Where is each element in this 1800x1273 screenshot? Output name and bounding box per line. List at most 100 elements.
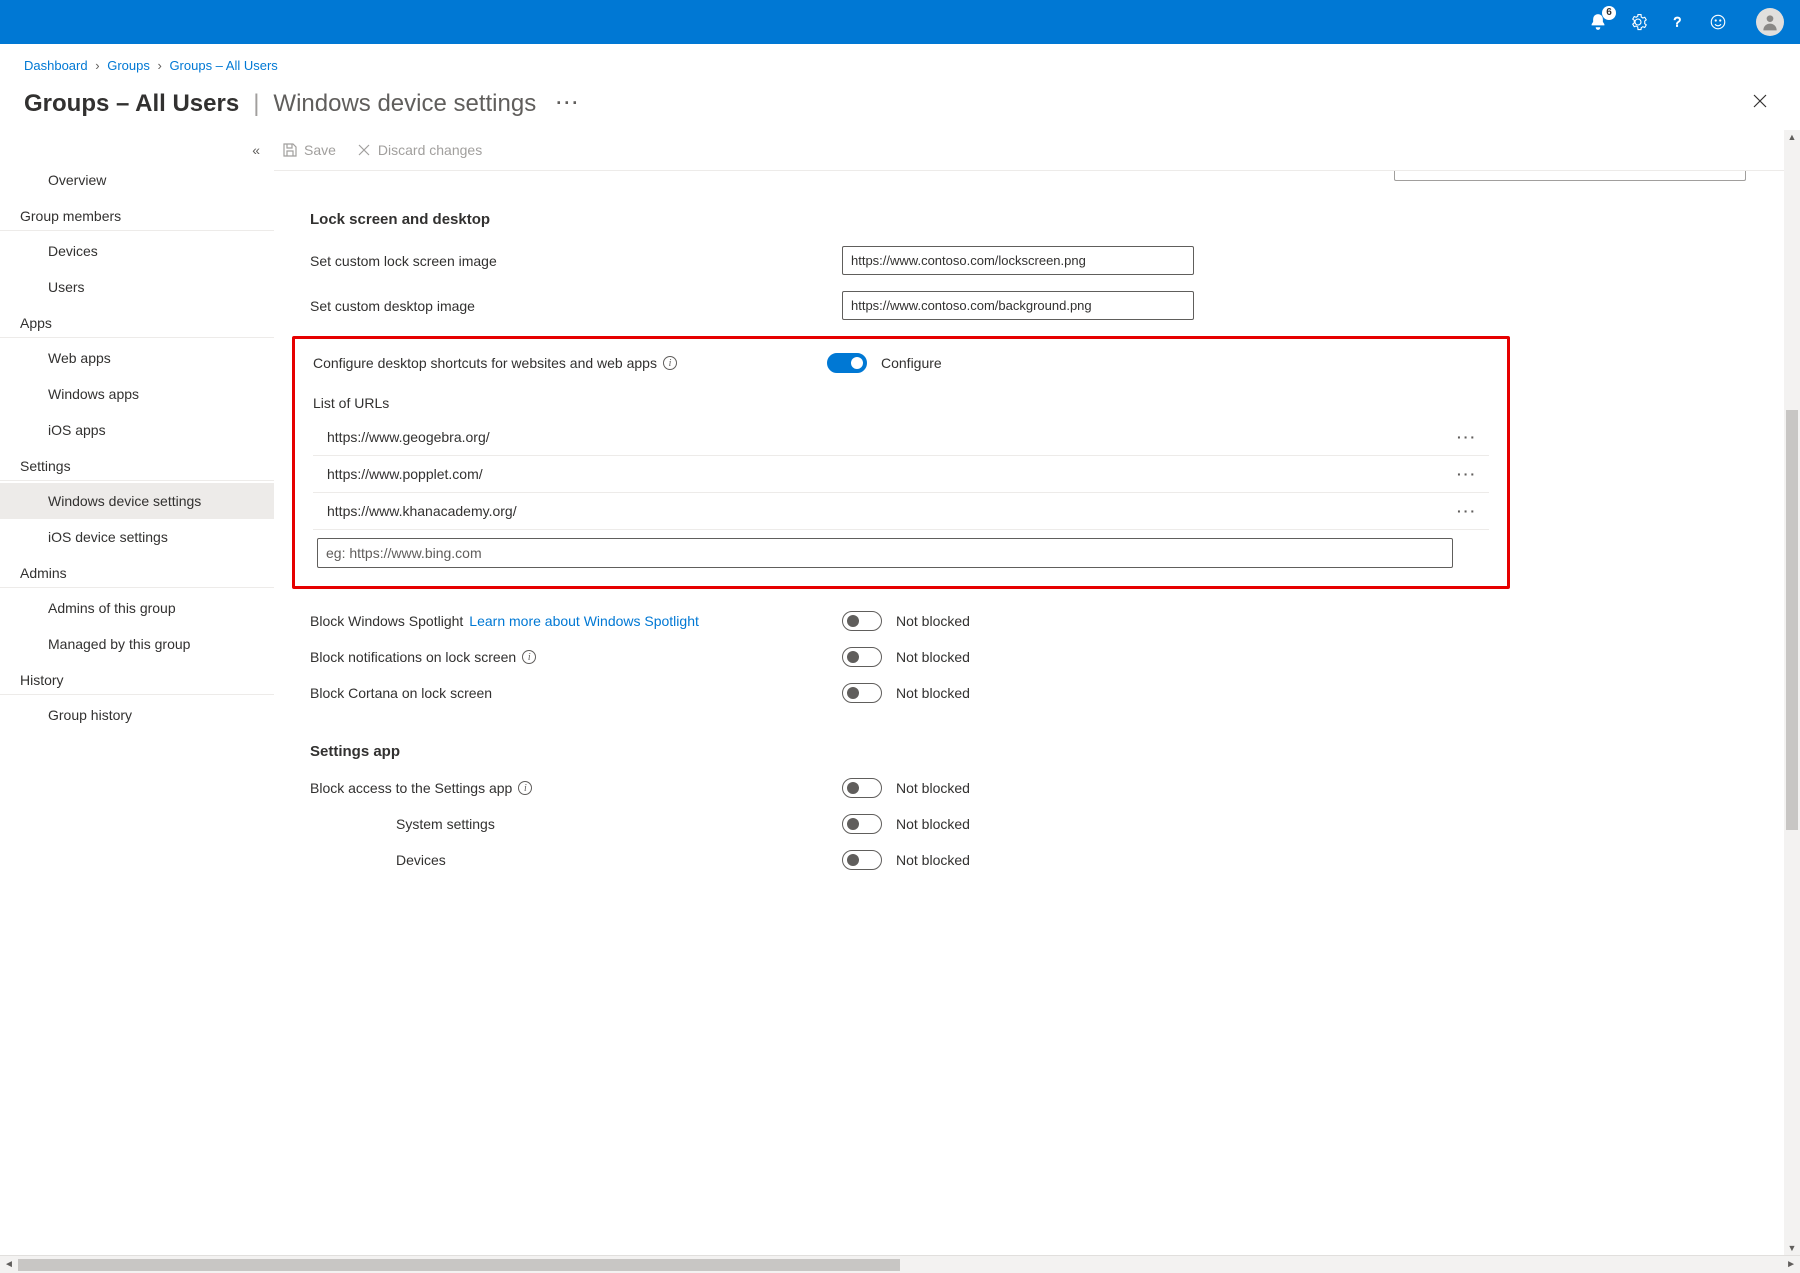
cortana-toggle[interactable] [842, 683, 882, 703]
sidebar-section-admins: Admins [0, 555, 274, 588]
page-title-sep: | [253, 90, 259, 118]
notifications-label: Block notifications on lock screen i [310, 649, 842, 665]
sidebar-section-group-members: Group members [0, 198, 274, 231]
cortana-toggle-label: Not blocked [896, 685, 970, 701]
scroll-up-arrow-icon[interactable]: ▲ [1787, 132, 1797, 142]
discard-button[interactable]: Discard changes [356, 142, 482, 158]
sidebar: « Overview Group members Devices Users A… [0, 130, 274, 1255]
sidebar-section-apps: Apps [0, 305, 274, 338]
sidebar-collapse-icon[interactable]: « [0, 142, 274, 158]
top-bar: 6 ? [0, 0, 1800, 44]
sidebar-item-admins-of-group[interactable]: Admins of this group [0, 590, 274, 626]
block-settings-toggle-label: Not blocked [896, 780, 970, 796]
url-item[interactable]: https://www.geogebra.org/ ··· [313, 419, 1489, 456]
lockscreen-input[interactable] [842, 246, 1194, 275]
scroll-down-arrow-icon[interactable]: ▼ [1787, 1243, 1797, 1253]
breadcrumb-link-groups[interactable]: Groups [107, 58, 150, 73]
system-settings-toggle-label: Not blocked [896, 816, 970, 832]
devices-settings-label: Devices [310, 852, 842, 868]
devices-settings-toggle-label: Not blocked [896, 852, 970, 868]
info-icon[interactable]: i [663, 356, 677, 370]
notifications-toggle[interactable] [842, 647, 882, 667]
close-icon[interactable] [1744, 87, 1776, 120]
discard-icon [356, 142, 372, 158]
spotlight-toggle-label: Not blocked [896, 613, 970, 629]
shortcuts-toggle[interactable] [827, 353, 867, 373]
sidebar-section-settings: Settings [0, 448, 274, 481]
url-text: https://www.khanacademy.org/ [327, 503, 517, 519]
gear-icon[interactable] [1628, 12, 1648, 32]
section-settings-app-heading: Settings app [310, 743, 1510, 760]
avatar[interactable] [1756, 8, 1784, 36]
horizontal-scrollbar[interactable]: ◄ ► [0, 1255, 1800, 1273]
info-icon[interactable]: i [522, 650, 536, 664]
page-title-bold: Groups – All Users [24, 90, 239, 118]
notification-badge: 6 [1602, 6, 1616, 20]
content-scroll-area[interactable]: Lock screen and desktop Set custom lock … [274, 171, 1800, 1255]
system-settings-toggle[interactable] [842, 814, 882, 834]
sidebar-item-windows-apps[interactable]: Windows apps [0, 376, 274, 412]
block-settings-label: Block access to the Settings app i [310, 780, 842, 796]
sidebar-item-users[interactable]: Users [0, 269, 274, 305]
system-settings-label: System settings [310, 816, 842, 832]
url-list-label: List of URLs [313, 395, 1489, 411]
sidebar-item-ios-device-settings[interactable]: iOS device settings [0, 519, 274, 555]
section-lock-screen-heading: Lock screen and desktop [310, 211, 1510, 228]
sidebar-item-group-history[interactable]: Group history [0, 697, 274, 733]
sidebar-section-history: History [0, 662, 274, 695]
lockscreen-label: Set custom lock screen image [310, 253, 842, 269]
save-button[interactable]: Save [282, 142, 336, 158]
command-bar: Save Discard changes [274, 130, 1800, 171]
block-settings-toggle[interactable] [842, 778, 882, 798]
save-label: Save [304, 142, 336, 158]
sidebar-item-overview[interactable]: Overview [0, 162, 274, 198]
sidebar-item-ios-apps[interactable]: iOS apps [0, 412, 274, 448]
sidebar-item-windows-device-settings[interactable]: Windows device settings [0, 483, 274, 519]
spotlight-label: Block Windows Spotlight Learn more about… [310, 613, 842, 629]
partial-input-above [1394, 171, 1746, 181]
page-title-more-icon[interactable]: ··· [556, 93, 580, 114]
sidebar-item-web-apps[interactable]: Web apps [0, 340, 274, 376]
scroll-left-arrow-icon[interactable]: ◄ [4, 1259, 14, 1270]
devices-settings-toggle[interactable] [842, 850, 882, 870]
url-item[interactable]: https://www.popplet.com/ ··· [313, 456, 1489, 493]
url-add-input[interactable] [317, 538, 1453, 568]
desktop-label: Set custom desktop image [310, 298, 842, 314]
shortcuts-toggle-label: Configure [881, 355, 942, 371]
header-area: Dashboard › Groups › Groups – All Users … [0, 44, 1800, 130]
breadcrumb-link-dashboard[interactable]: Dashboard [24, 58, 88, 73]
scroll-right-arrow-icon[interactable]: ► [1786, 1259, 1796, 1270]
url-item-more-icon[interactable]: ··· [1451, 429, 1483, 445]
breadcrumb: Dashboard › Groups › Groups – All Users [24, 58, 1776, 73]
shortcuts-label: Configure desktop shortcuts for websites… [313, 355, 827, 371]
notifications-toggle-label: Not blocked [896, 649, 970, 665]
breadcrumb-link-group-all-users[interactable]: Groups – All Users [169, 58, 277, 73]
scrollbar-thumb[interactable] [1786, 410, 1798, 830]
url-item[interactable]: https://www.khanacademy.org/ ··· [313, 493, 1489, 530]
spotlight-toggle[interactable] [842, 611, 882, 631]
breadcrumb-sep: › [95, 58, 99, 73]
save-icon [282, 142, 298, 158]
url-item-more-icon[interactable]: ··· [1451, 466, 1483, 482]
svg-text:?: ? [1674, 15, 1682, 30]
highlighted-shortcuts-section: Configure desktop shortcuts for websites… [292, 336, 1510, 589]
topbar-icon-group: 6 ? [1588, 12, 1728, 32]
sidebar-item-managed-by-group[interactable]: Managed by this group [0, 626, 274, 662]
vertical-scrollbar[interactable]: ▲ ▼ [1784, 130, 1800, 1255]
page-title-light: Windows device settings [273, 90, 536, 118]
info-icon[interactable]: i [518, 781, 532, 795]
url-item-more-icon[interactable]: ··· [1451, 503, 1483, 519]
breadcrumb-sep: › [157, 58, 161, 73]
desktop-input[interactable] [842, 291, 1194, 320]
url-list: List of URLs https://www.geogebra.org/ ·… [313, 395, 1489, 568]
hscrollbar-thumb[interactable] [18, 1259, 900, 1271]
page-title: Groups – All Users | Windows device sett… [24, 90, 580, 118]
help-icon[interactable]: ? [1668, 12, 1688, 32]
url-text: https://www.geogebra.org/ [327, 429, 490, 445]
feedback-smile-icon[interactable] [1708, 12, 1728, 32]
spotlight-learn-more-link[interactable]: Learn more about Windows Spotlight [469, 613, 699, 629]
discard-label: Discard changes [378, 142, 482, 158]
sidebar-item-devices[interactable]: Devices [0, 233, 274, 269]
content-column: Save Discard changes Lock screen and des… [274, 130, 1800, 1255]
notifications-icon[interactable]: 6 [1588, 12, 1608, 32]
